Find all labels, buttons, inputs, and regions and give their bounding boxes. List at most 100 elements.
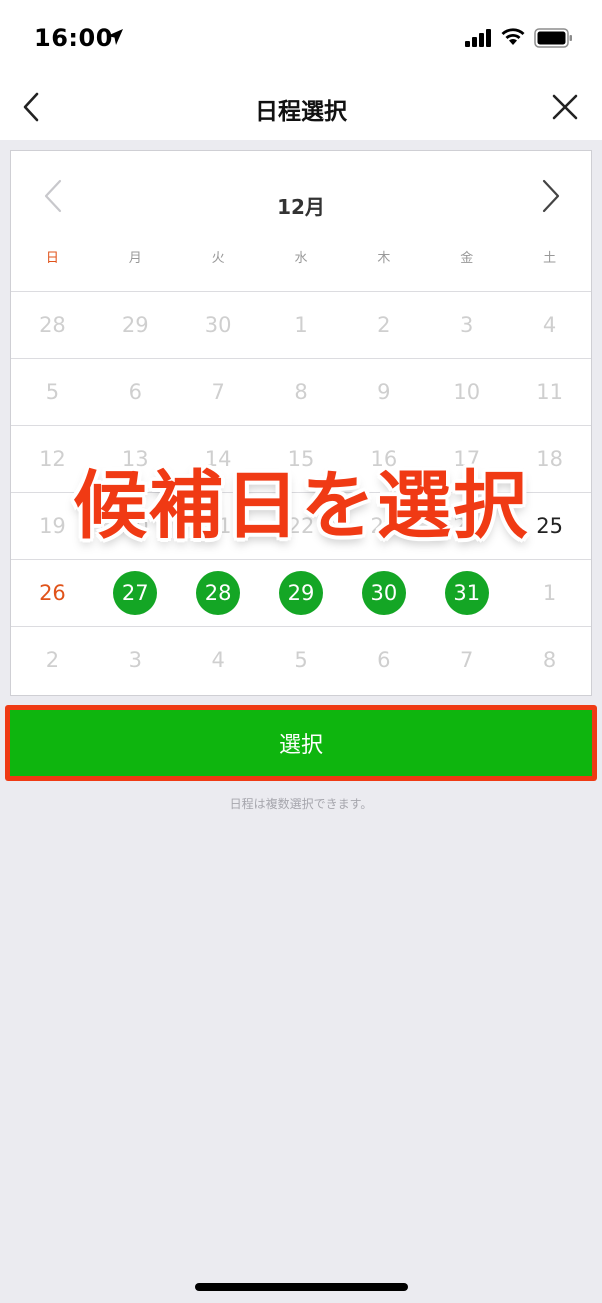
weekday-label: 火	[211, 251, 225, 266]
status-time: 16:00	[34, 24, 113, 52]
next-month-chevron-icon[interactable]	[539, 178, 563, 214]
calendar-day: 7	[425, 627, 508, 693]
calendar-day: 22	[260, 493, 343, 559]
calendar-day-number: 28	[39, 313, 66, 337]
calendar-day: 28	[11, 292, 94, 358]
calendar-day-number: 7	[211, 380, 225, 404]
calendar-day: 3	[94, 627, 177, 693]
calendar-day-number: 18	[536, 447, 563, 471]
weekday-label: 月	[128, 251, 142, 266]
calendar-day-selected[interactable]: 27	[94, 560, 177, 626]
calendar-day: 6	[94, 359, 177, 425]
calendar-day-number: 3	[128, 648, 142, 672]
calendar-day-number: 24	[453, 514, 481, 538]
weekday-label: 日	[45, 251, 59, 266]
calendar-day: 4	[177, 627, 260, 693]
calendar-day: 10	[425, 359, 508, 425]
location-arrow-icon	[107, 29, 123, 45]
calendar-day-selected[interactable]: 29	[260, 560, 343, 626]
weekday-label: 金	[460, 251, 474, 266]
calendar-day: 3	[425, 292, 508, 358]
weekday-label: 木	[377, 251, 391, 266]
calendar-day-selected[interactable]: 31	[425, 560, 508, 626]
calendar-day-number: 15	[287, 447, 315, 471]
calendar-day-number: 1	[294, 313, 308, 337]
calendar-day-number: 6	[128, 380, 142, 404]
calendar-day[interactable]: 26	[11, 560, 94, 626]
calendar-day-number: 13	[121, 447, 149, 471]
close-icon[interactable]	[550, 92, 580, 122]
calendar-day-number: 17	[453, 447, 481, 471]
calendar-day: 16	[342, 426, 425, 492]
calendar-week-row: 5 6 7 8 9 10 11	[11, 358, 591, 425]
calendar-day-number: 30	[361, 571, 406, 615]
calendar-day-number: 28	[196, 571, 241, 615]
calendar-day-number: 21	[204, 514, 232, 538]
calendar-day: 8	[260, 359, 343, 425]
calendar-week-row: 19 20 21 22 23 24 25	[11, 492, 591, 559]
select-button-highlight: 選択	[5, 705, 597, 781]
calendar-day-number: 10	[453, 380, 481, 404]
select-button[interactable]: 選択	[10, 710, 592, 776]
battery-icon	[534, 28, 572, 48]
calendar-day-number: 27	[113, 571, 158, 615]
calendar-day-number: 8	[294, 380, 308, 404]
calendar-day: 23	[342, 493, 425, 559]
calendar-day: 20	[94, 493, 177, 559]
calendar-day-number: 25	[536, 514, 563, 538]
calendar-day-number: 29	[279, 571, 323, 615]
calendar-day: 30	[177, 292, 260, 358]
calendar-week-row: 26 27 28 29 30 31 1	[11, 559, 591, 626]
hint-text: 日程は複数選択できます。	[229, 797, 373, 811]
calendar-day-number: 5	[294, 648, 308, 672]
home-indicator	[195, 1283, 408, 1291]
calendar-day-number: 19	[39, 514, 66, 538]
calendar-day: 12	[11, 426, 94, 492]
calendar: 12月 日月火水木金土 28 29 30 1 2 3 4 5 6 7 8 9 10 11 12 13 14 15 1…	[10, 150, 592, 696]
calendar-day-number: 30	[204, 313, 232, 337]
calendar-day-number: 1	[542, 581, 557, 605]
calendar-day-number: 11	[536, 380, 563, 404]
calendar-day: 9	[342, 359, 425, 425]
calendar-day-number: 4	[542, 313, 557, 337]
calendar-day: 5	[11, 359, 94, 425]
calendar-day-number: 7	[460, 648, 474, 672]
calendar-day: 1	[260, 292, 343, 358]
weekday-header: 日月火水木金土	[11, 247, 591, 271]
calendar-day-number: 9	[377, 380, 391, 404]
calendar-day-selected[interactable]: 28	[177, 560, 260, 626]
calendar-day: 7	[177, 359, 260, 425]
weekday-label: 土	[543, 251, 557, 266]
calendar-day: 21	[177, 493, 260, 559]
calendar-day: 5	[260, 627, 343, 693]
weekday-label: 水	[294, 251, 308, 266]
calendar-day: 18	[508, 426, 591, 492]
month-label: 12月	[277, 195, 325, 219]
calendar-day-selected[interactable]: 30	[342, 560, 425, 626]
calendar-day: 2	[342, 292, 425, 358]
calendar-day-number: 2	[377, 313, 391, 337]
calendar-day-number: 5	[45, 380, 60, 404]
calendar-week-row: 2 3 4 5 6 7 8	[11, 626, 591, 693]
calendar-day: 1	[508, 560, 591, 626]
status-bar: 16:00	[0, 0, 602, 74]
calendar-day-number: 4	[211, 648, 225, 672]
calendar-day: 24	[425, 493, 508, 559]
calendar-week-row: 28 29 30 1 2 3 4	[11, 291, 591, 358]
calendar-day: 29	[94, 292, 177, 358]
calendar-day: 8	[508, 627, 591, 693]
wifi-icon	[501, 28, 525, 45]
calendar-day[interactable]: 25	[508, 493, 591, 559]
calendar-day: 14	[177, 426, 260, 492]
calendar-day-number: 20	[121, 514, 149, 538]
calendar-day: 6	[342, 627, 425, 693]
calendar-day-number: 16	[370, 447, 398, 471]
calendar-day-number: 22	[287, 514, 315, 538]
calendar-day-number: 8	[542, 648, 557, 672]
calendar-day: 17	[425, 426, 508, 492]
calendar-day: 15	[260, 426, 343, 492]
navigation-bar: 日程選択	[0, 74, 602, 140]
calendar-day-number: 12	[39, 447, 66, 471]
calendar-day-number: 26	[39, 581, 66, 605]
calendar-day-number: 29	[121, 313, 149, 337]
